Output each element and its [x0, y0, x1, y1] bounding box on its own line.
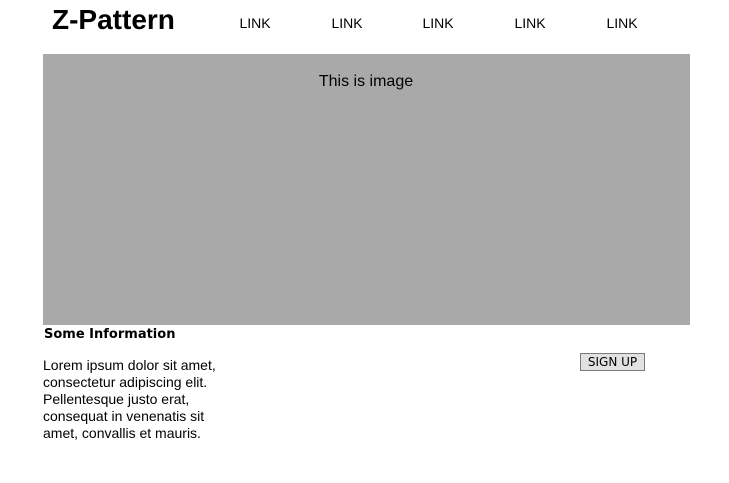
- top-nav: LINK LINK LINK LINK LINK: [0, 14, 729, 34]
- sign-up-button[interactable]: SIGN UP: [580, 353, 645, 371]
- hero-caption: This is image: [318, 73, 414, 90]
- nav-link-3[interactable]: LINK: [408, 14, 468, 32]
- nav-link-1[interactable]: LINK: [225, 14, 285, 32]
- nav-link-4[interactable]: LINK: [500, 14, 560, 32]
- nav-link-5[interactable]: LINK: [592, 14, 652, 32]
- nav-link-2[interactable]: LINK: [317, 14, 377, 32]
- info-text: Lorem ipsum dolor sit amet, consectetur …: [43, 357, 216, 441]
- info-heading: Some Information: [44, 327, 176, 342]
- page: Z-Pattern LINK LINK LINK LINK LINK This …: [0, 0, 729, 483]
- hero-image-placeholder: This is image: [43, 54, 690, 325]
